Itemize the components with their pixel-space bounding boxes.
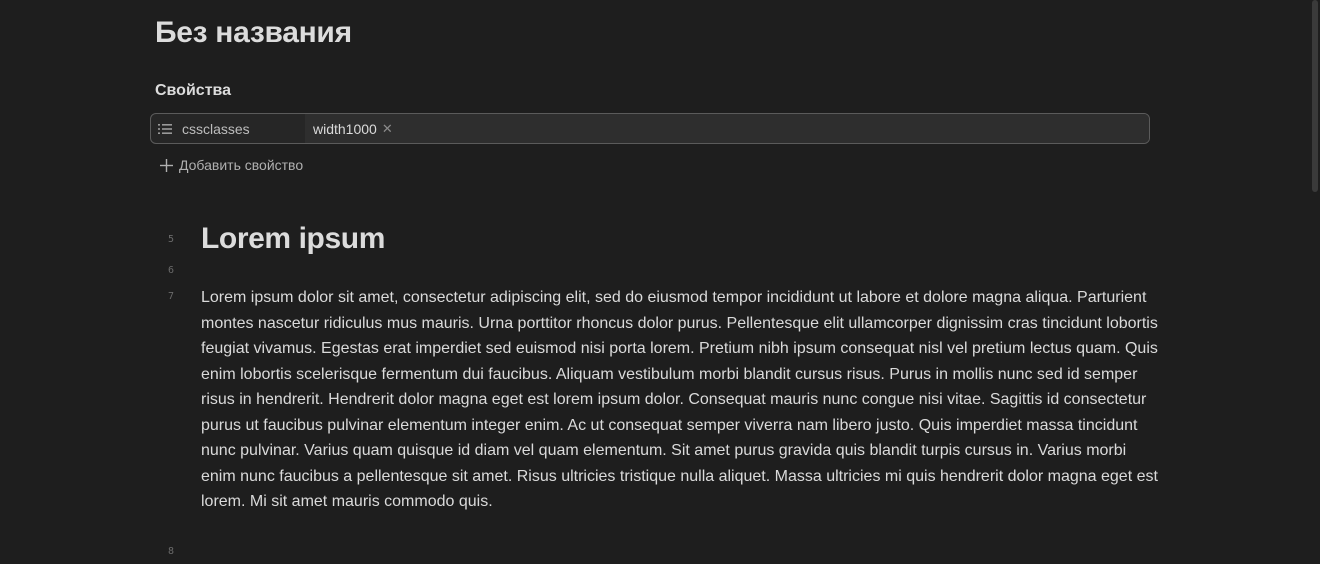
property-row-cssclasses[interactable]: cssclasses width1000 ✕ — [150, 113, 1150, 144]
scrollbar-thumb[interactable] — [1312, 0, 1318, 192]
line-number: 6 — [167, 265, 174, 276]
property-value-tag-label: width1000 — [313, 120, 377, 137]
remove-tag-icon[interactable]: ✕ — [382, 121, 393, 137]
line-number: 5 — [167, 234, 174, 245]
property-value-field[interactable]: width1000 ✕ — [305, 114, 1149, 143]
list-icon — [157, 121, 173, 137]
line-number: 7 — [167, 291, 174, 302]
body-paragraph[interactable]: Lorem ipsum dolor sit amet, consectetur … — [201, 285, 1159, 515]
add-property-label: Добавить свойство — [179, 157, 304, 173]
editor-page: Без названия Свойства cssclasses width10… — [0, 0, 1320, 564]
note-title[interactable]: Без названия — [155, 16, 352, 50]
line-number: 8 — [167, 546, 174, 557]
property-value-tag[interactable]: width1000 ✕ — [313, 121, 393, 137]
add-property-button[interactable]: Добавить свойство — [159, 157, 303, 173]
heading-lorem-ipsum[interactable]: Lorem ipsum — [201, 222, 385, 256]
property-key-label: cssclasses — [182, 120, 250, 137]
property-key[interactable]: cssclasses — [151, 114, 305, 143]
plus-icon — [159, 158, 173, 172]
scrollbar[interactable] — [1310, 0, 1320, 564]
properties-heading[interactable]: Свойства — [155, 82, 231, 100]
